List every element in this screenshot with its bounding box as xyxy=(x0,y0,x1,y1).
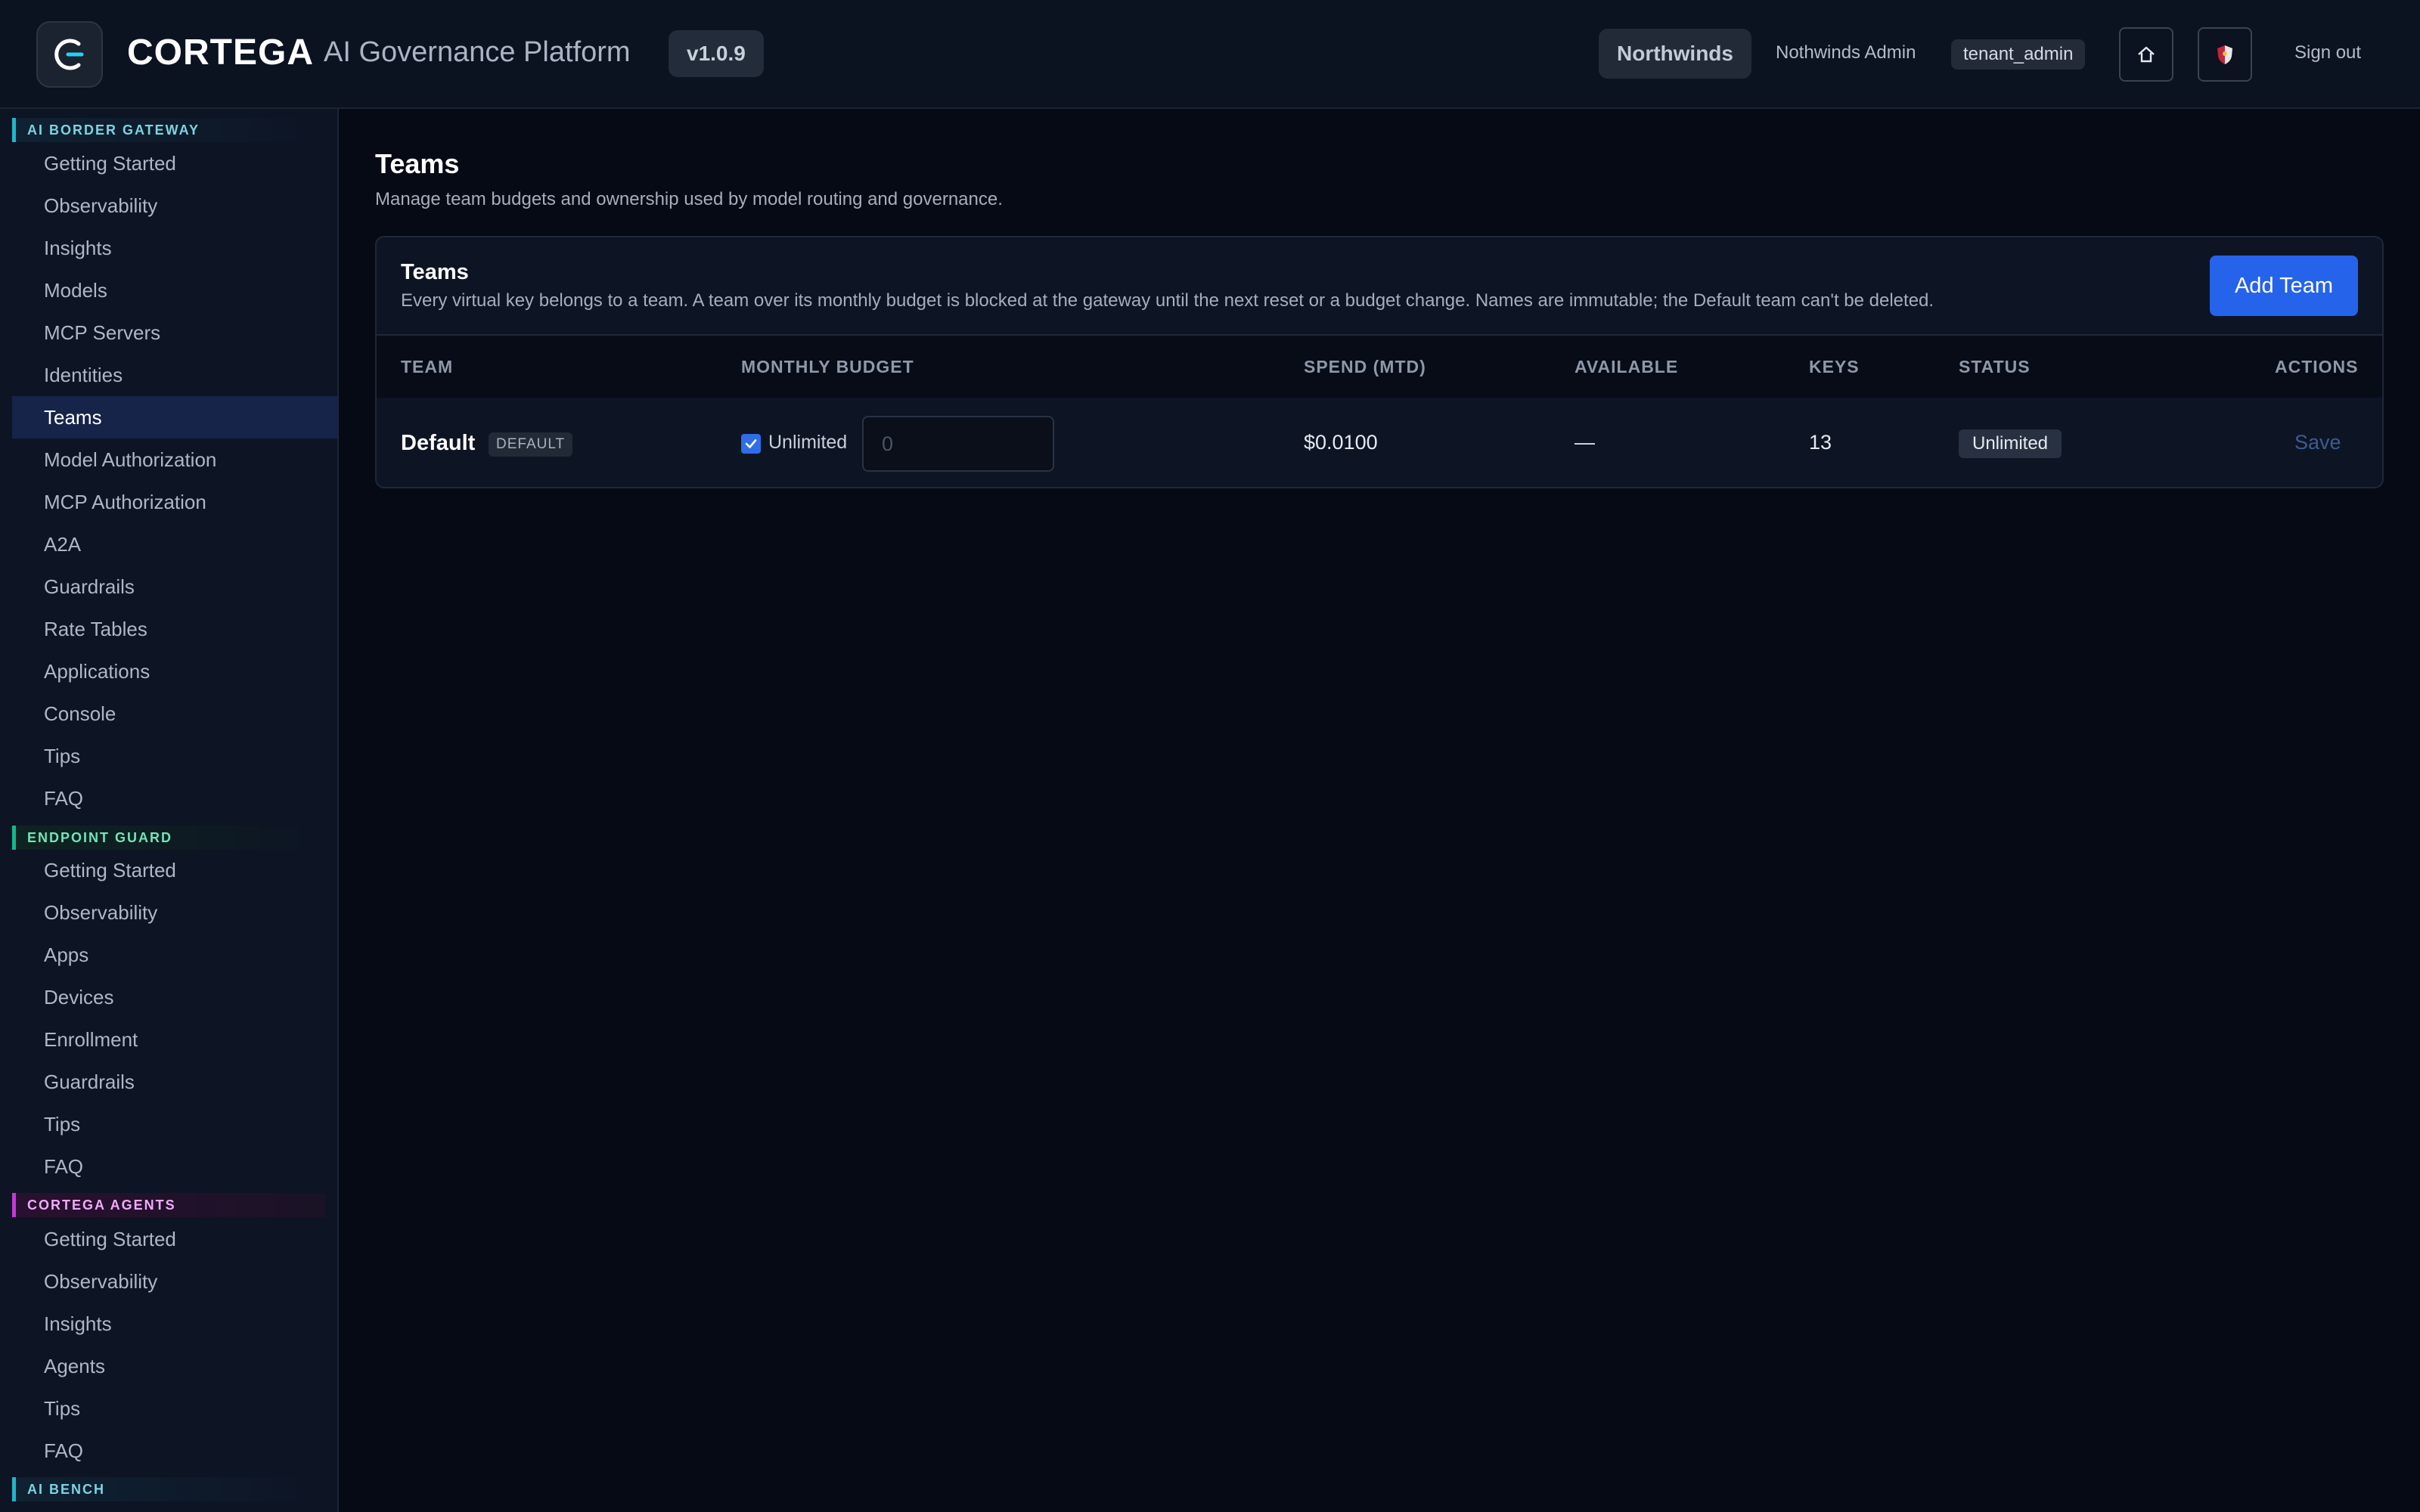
card-description: Every virtual key belongs to a team. A t… xyxy=(401,290,1934,311)
column-header-keys: KEYS xyxy=(1809,357,1860,376)
sidebar-item-gw-applications[interactable]: Applications xyxy=(12,650,337,692)
monthly-budget-input[interactable] xyxy=(862,416,1054,472)
top-header: CORTEGA AI Governance Platform v1.0.9 No… xyxy=(0,0,2420,109)
keys-count: 13 xyxy=(1809,431,1832,454)
teams-card: Teams Every virtual key belongs to a tea… xyxy=(375,236,2384,488)
column-header-spend: SPEND (MTD) xyxy=(1304,357,1426,376)
sign-out-link[interactable]: Sign out xyxy=(2294,42,2361,64)
sidebar-item-gw-identities[interactable]: Identities xyxy=(12,354,337,396)
role-badge: tenant_admin xyxy=(1951,39,2086,70)
table-row: Default DEFAULT Unlimited $0.0100 — 13 U… xyxy=(377,398,2382,487)
sidebar-item-gw-teams[interactable]: Teams xyxy=(12,396,337,438)
sidebar-section-cortega-agents: CORTEGA AGENTS xyxy=(12,1193,325,1217)
sidebar-item-gw-a2a[interactable]: A2A xyxy=(12,523,337,565)
tenant-switcher-button[interactable]: Northwinds xyxy=(1599,29,1751,79)
unlimited-label: Unlimited xyxy=(768,432,848,453)
sidebar-item-gw-mcp-authorization[interactable]: MCP Authorization xyxy=(12,481,337,523)
sidebar-item-eg-apps[interactable]: Apps xyxy=(12,934,337,976)
sidebar-item-ag-tips[interactable]: Tips xyxy=(12,1387,337,1430)
user-name: Nothwinds Admin xyxy=(1776,42,1916,63)
sidebar-item-eg-guardrails[interactable]: Guardrails xyxy=(12,1061,337,1103)
card-title: Teams xyxy=(401,260,469,284)
sidebar-item-eg-devices[interactable]: Devices xyxy=(12,976,337,1018)
column-header-monthly-budget: MONTHLY BUDGET xyxy=(741,357,914,376)
column-header-available: AVAILABLE xyxy=(1575,357,1679,376)
sidebar-item-gw-console[interactable]: Console xyxy=(12,692,337,735)
home-button[interactable] xyxy=(2119,27,2173,82)
page-subtitle: Manage team budgets and ownership used b… xyxy=(375,189,1003,209)
sidebar-item-ag-insights[interactable]: Insights xyxy=(12,1303,337,1345)
sidebar-item-ag-agents[interactable]: Agents xyxy=(12,1345,337,1387)
status-badge: Unlimited xyxy=(1959,429,2062,458)
column-header-actions: ACTIONS xyxy=(2275,357,2359,376)
unlimited-checkbox[interactable] xyxy=(741,434,761,454)
shield-icon xyxy=(2217,45,2232,64)
platform-title: AI Governance Platform xyxy=(324,36,631,68)
sidebar-item-gw-tips[interactable]: Tips xyxy=(12,735,337,777)
sidebar-item-eg-getting-started[interactable]: Getting Started xyxy=(12,849,337,891)
sidebar-item-gw-observability[interactable]: Observability xyxy=(12,184,337,227)
sidebar-item-gw-faq[interactable]: FAQ xyxy=(12,777,337,820)
sidebar-item-eg-enrollment[interactable]: Enrollment xyxy=(12,1018,337,1061)
sidebar-item-gw-guardrails[interactable]: Guardrails xyxy=(12,565,337,608)
cortega-logo-icon[interactable] xyxy=(36,21,103,88)
shield-button[interactable] xyxy=(2198,27,2252,82)
table-header: TEAM MONTHLY BUDGET SPEND (MTD) AVAILABL… xyxy=(377,334,2382,398)
sidebar-item-gw-getting-started[interactable]: Getting Started xyxy=(12,142,337,184)
default-badge: DEFAULT xyxy=(489,432,573,457)
sidebar-item-eg-faq[interactable]: FAQ xyxy=(12,1145,337,1188)
sidebar-item-eg-tips[interactable]: Tips xyxy=(12,1103,337,1145)
sidebar-section-endpoint-guard: ENDPOINT GUARD xyxy=(12,826,325,850)
sidebar-item-ag-faq[interactable]: FAQ xyxy=(12,1430,337,1472)
home-icon xyxy=(2138,46,2155,63)
sidebar-item-eg-observability[interactable]: Observability xyxy=(12,891,337,934)
sidebar-item-ag-observability[interactable]: Observability xyxy=(12,1260,337,1303)
brand-name: CORTEGA xyxy=(127,33,314,73)
sidebar-item-gw-model-authorization[interactable]: Model Authorization xyxy=(12,438,337,481)
available-value: — xyxy=(1575,431,1595,454)
sidebar-item-gw-mcp-servers[interactable]: MCP Servers xyxy=(12,311,337,354)
page-title: Teams xyxy=(375,148,460,179)
sidebar-section-ai-bench: AI BENCH xyxy=(12,1477,325,1501)
sidebar-item-ag-getting-started[interactable]: Getting Started xyxy=(12,1218,337,1260)
check-icon xyxy=(745,439,757,448)
save-button[interactable]: Save xyxy=(2294,431,2341,454)
spend-value: $0.0100 xyxy=(1304,431,1378,454)
sidebar-item-gw-rate-tables[interactable]: Rate Tables xyxy=(12,608,337,650)
column-header-status: STATUS xyxy=(1959,357,2031,376)
sidebar-section-ai-border-gateway: AI BORDER GATEWAY xyxy=(12,118,325,142)
add-team-button[interactable]: Add Team xyxy=(2210,256,2358,316)
sidebar-item-gw-insights[interactable]: Insights xyxy=(12,227,337,269)
team-name: Default xyxy=(401,431,476,455)
column-header-team: TEAM xyxy=(401,357,454,376)
sidebar-item-gw-models[interactable]: Models xyxy=(12,269,337,311)
sidebar: AI BORDER GATEWAY Getting Started Observ… xyxy=(0,109,339,1512)
version-badge: v1.0.9 xyxy=(669,30,764,77)
